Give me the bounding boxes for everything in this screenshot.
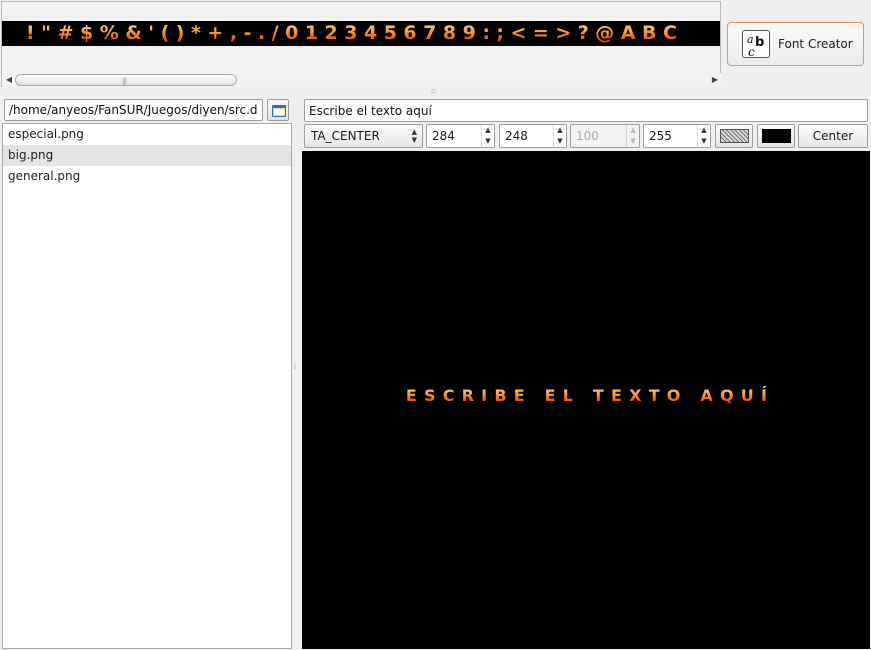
font-creator-icon: a b c [742, 30, 770, 59]
font-glyph-strip-text: !"#$%&'()*+,-./0123456789:;<=>?@ABC [26, 22, 684, 44]
path-input[interactable] [4, 99, 263, 121]
scroll-left-arrow-icon[interactable]: ◀ [4, 75, 14, 85]
browse-folder-button[interactable] [267, 99, 289, 121]
file-list-item[interactable]: general.png [3, 166, 291, 187]
grip-icon: ||| [122, 77, 127, 85]
horizontal-splitter-handle[interactable]: :::: [430, 88, 442, 95]
alignment-select-value: TA_CENTER [311, 129, 380, 143]
disabled-spinbox-value: 100 [576, 129, 599, 143]
preview-rendered-text: ESCRIBE EL TEXTO AQUÍ [302, 386, 870, 405]
center-button[interactable]: Center [798, 124, 868, 148]
render-controls: TA_CENTER ▲ ▼ 284 ▲ ▼ 248 ▲ ▼ 100 ▲ ▼ 255 ▲ ▼… [304, 124, 870, 149]
font-glyph-strip: !"#$%&'()*+,-./0123456789:;<=>?@ABC [2, 21, 720, 46]
transparent-color-button[interactable] [715, 124, 753, 148]
y-position-spinbox[interactable]: 248 ▲ ▼ [499, 124, 567, 148]
sample-text-input[interactable] [304, 99, 868, 122]
font-creator-button[interactable]: a b c Font Creator [727, 22, 864, 66]
background-color-button[interactable] [757, 124, 795, 148]
font-strip-viewport: !"#$%&'()*+,-./0123456789:;<=>?@ABC ◀ ||… [1, 1, 721, 87]
scroll-right-arrow-icon[interactable]: ▶ [710, 75, 720, 85]
x-position-spinbox[interactable]: 284 ▲ ▼ [426, 124, 495, 148]
file-list-item[interactable]: big.png [3, 145, 291, 166]
select-arrows-icon: ▲ ▼ [411, 128, 417, 144]
preview-rendered-text-glyphs: ESCRIBE EL TEXTO AQUÍ [405, 386, 775, 405]
font-strip-area: !"#$%&'()*+,-./0123456789:;<=>?@ABC ◀ ||… [0, 0, 871, 88]
horizontal-scroll-thumb[interactable]: ||| [15, 74, 237, 86]
file-list[interactable]: especial.png big.png general.png [2, 123, 292, 649]
alpha-spinbox[interactable]: 255 ▲ ▼ [643, 124, 711, 148]
spin-arrows-icon[interactable]: ▲ ▼ [481, 125, 494, 147]
spin-arrows-icon[interactable]: ▲ ▼ [553, 125, 566, 147]
spin-arrows-icon[interactable]: ▲ ▼ [697, 125, 710, 147]
transparent-color-swatch [720, 129, 749, 143]
file-list-item[interactable]: especial.png [3, 124, 291, 145]
alignment-select[interactable]: TA_CENTER ▲ ▼ [304, 124, 423, 148]
svg-text:b: b [755, 35, 764, 50]
font-creator-label: Font Creator [778, 37, 853, 51]
x-position-value: 284 [432, 129, 455, 143]
y-position-value: 248 [505, 129, 528, 143]
folder-icon [272, 105, 286, 117]
disabled-spinbox: 100 ▲ ▼ [570, 124, 640, 148]
horizontal-scrollbar[interactable]: ◀ ||| ▶ [3, 73, 721, 87]
preview-canvas[interactable]: ESCRIBE EL TEXTO AQUÍ [302, 151, 870, 649]
background-color-swatch [762, 129, 791, 143]
spin-arrows-icon: ▲ ▼ [626, 125, 639, 147]
alpha-value: 255 [649, 129, 672, 143]
svg-text:c: c [748, 45, 755, 59]
vertical-splitter-handle[interactable]: ⁞ [294, 364, 299, 379]
